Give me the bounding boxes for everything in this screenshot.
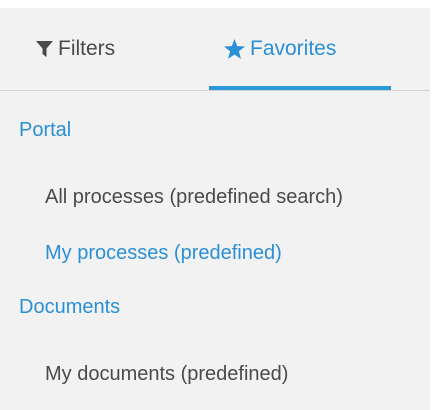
filter-icon: [36, 41, 53, 57]
section-title-documents: Documents: [19, 296, 121, 318]
star-icon: [224, 39, 245, 59]
section-title-portal: Portal: [19, 119, 72, 141]
favorite-item-my-processes[interactable]: My processes (predefined): [45, 242, 282, 265]
favorite-item-all-processes[interactable]: All processes (predefined search): [45, 186, 343, 209]
tab-bar: Filters Favorites: [0, 8, 430, 90]
tab-favorites[interactable]: Favorites: [224, 8, 336, 90]
tab-filters[interactable]: Filters: [36, 8, 115, 90]
favorite-item-my-documents[interactable]: My documents (predefined): [45, 363, 288, 386]
favorites-panel: Filters Favorites Portal All processes (…: [0, 8, 430, 410]
tab-filters-label: Filters: [58, 37, 116, 60]
tab-divider: [0, 90, 430, 91]
tab-favorites-label: Favorites: [250, 37, 337, 60]
